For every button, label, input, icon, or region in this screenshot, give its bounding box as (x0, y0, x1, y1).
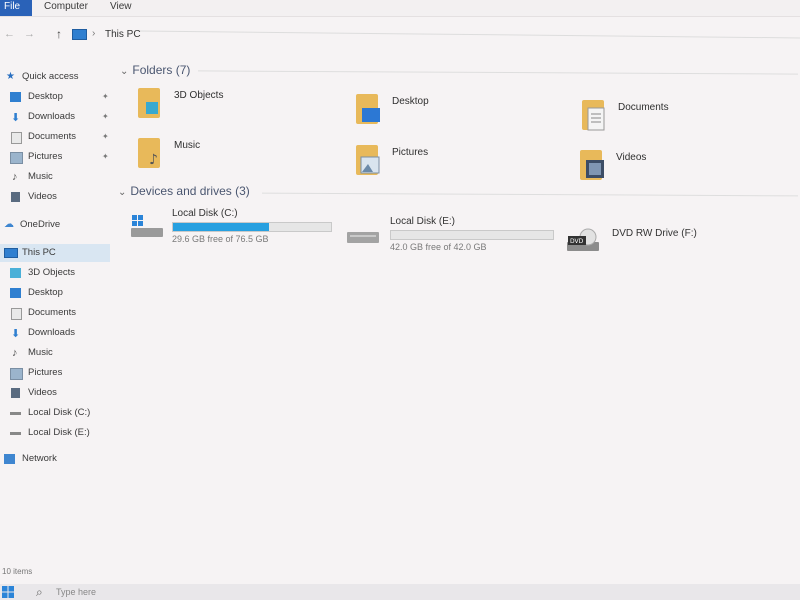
up-arrow-icon[interactable]: ↑ (56, 27, 62, 41)
cube-icon (10, 268, 21, 278)
tab-view[interactable]: View (110, 0, 132, 16)
download-icon: ⬇ (11, 112, 21, 124)
videos-folder-icon (580, 150, 604, 180)
drive-icon (10, 412, 21, 415)
status-item-count: 10 items (2, 567, 33, 576)
computer-icon (72, 29, 87, 40)
tab-file[interactable]: File (0, 0, 32, 16)
drive-local-disk-e[interactable]: Local Disk (E:) 42.0 GB free of 42.0 GB (346, 216, 566, 256)
cube-folder-icon (138, 88, 160, 118)
pin-icon[interactable]: ✦ (102, 108, 109, 126)
group-header-devices[interactable]: ⌄ Devices and drives (3) (118, 184, 250, 198)
forward-icon[interactable]: → (24, 28, 35, 40)
dvd-drive-icon: DVD (567, 228, 599, 251)
folder-videos[interactable]: Videos (578, 148, 758, 194)
capacity-bar (172, 222, 332, 232)
sidebar-item-this-pc[interactable]: This PC (0, 244, 110, 262)
drive-dvd-rw[interactable]: DVD DVD RW Drive (F:) (566, 222, 786, 262)
taskbar-search-box[interactable]: Type here (56, 587, 96, 597)
svg-text:DVD: DVD (570, 238, 584, 245)
group-header-folders[interactable]: ⌄ Folders (7) (120, 63, 190, 77)
sidebar-item-pictures[interactable]: Pictures ✦ (10, 148, 110, 166)
group-divider (198, 70, 798, 75)
folder-3d-objects[interactable]: 3D Objects (136, 86, 316, 132)
videos-icon (11, 388, 20, 398)
network-icon (4, 454, 15, 464)
folder-pictures[interactable]: Pictures (354, 143, 534, 189)
sidebar-item-downloads[interactable]: ⬇ Downloads ✦ (10, 108, 110, 126)
windows-start-icon[interactable] (2, 586, 14, 598)
pin-icon[interactable]: ✦ (102, 128, 109, 146)
pin-icon[interactable]: ✦ (102, 148, 109, 166)
videos-icon (11, 192, 20, 202)
chevron-down-icon[interactable]: ⌄ (118, 187, 126, 198)
music-folder-icon: ♪ (138, 138, 160, 168)
chevron-right-icon[interactable]: › (92, 28, 95, 39)
search-icon[interactable]: ⌕ (36, 585, 43, 600)
pictures-folder-icon (356, 145, 380, 175)
back-icon[interactable]: ← (4, 28, 15, 40)
desktop-icon (10, 92, 21, 102)
breadcrumb[interactable]: This PC (105, 29, 141, 40)
desktop-icon (10, 288, 21, 298)
svg-text:♪: ♪ (149, 152, 158, 168)
drive-icon (347, 232, 379, 243)
folder-documents[interactable]: Documents (580, 98, 760, 144)
star-icon: ★ (6, 71, 15, 82)
cloud-icon: ☁ (4, 219, 14, 230)
capacity-bar (390, 230, 554, 240)
documents-icon (11, 132, 22, 144)
chevron-down-icon[interactable]: ⌄ (120, 66, 128, 77)
ribbon: File Computer View (0, 0, 800, 17)
download-icon: ⬇ (11, 328, 21, 340)
folder-desktop[interactable]: Desktop (354, 92, 534, 138)
sidebar-item-desktop[interactable]: Desktop ✦ (10, 88, 110, 106)
documents-folder-icon (582, 100, 605, 131)
drive-icon (10, 432, 21, 435)
desktop-folder-icon (356, 94, 380, 124)
taskbar: ⌕ Type here (0, 584, 800, 600)
music-icon: ♪ (12, 347, 18, 359)
folder-music[interactable]: ♪ Music (136, 136, 316, 182)
windows-drive-icon (131, 215, 163, 237)
capacity-fill (173, 223, 270, 231)
tab-computer[interactable]: Computer (44, 0, 88, 16)
pictures-icon (10, 368, 23, 380)
navigation-pane: ★ Quick access Desktop ✦ ⬇ Downloads ✦ D… (0, 64, 110, 584)
drive-local-disk-c[interactable]: Local Disk (C:) 29.6 GB free of 76.5 GB (130, 208, 350, 248)
sidebar-item-documents[interactable]: Documents ✦ (10, 128, 110, 146)
computer-icon (4, 248, 18, 258)
music-icon: ♪ (12, 171, 18, 183)
pin-icon[interactable]: ✦ (102, 88, 109, 106)
documents-icon (11, 308, 22, 320)
pictures-icon (10, 152, 23, 164)
